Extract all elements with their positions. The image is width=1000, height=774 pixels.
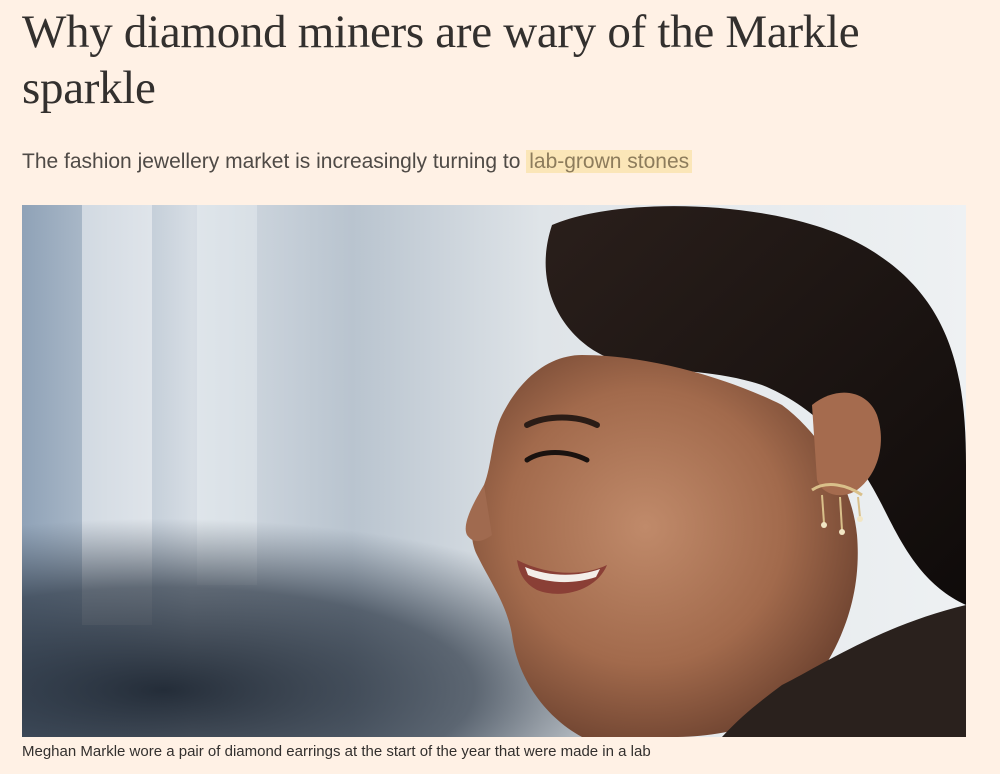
hero-photo-illustration — [22, 205, 966, 737]
article-page: Why diamond miners are wary of the Markl… — [0, 0, 1000, 774]
image-caption: Meghan Markle wore a pair of diamond ear… — [22, 743, 651, 760]
article-hero-photo — [22, 205, 966, 737]
article-headline: Why diamond miners are wary of the Markl… — [22, 6, 860, 114]
standfirst-text: The fashion jewellery market is increasi… — [22, 150, 527, 173]
lab-grown-stones-link[interactable]: lab-grown stones — [526, 150, 693, 173]
article-standfirst: The fashion jewellery market is increasi… — [22, 146, 972, 178]
